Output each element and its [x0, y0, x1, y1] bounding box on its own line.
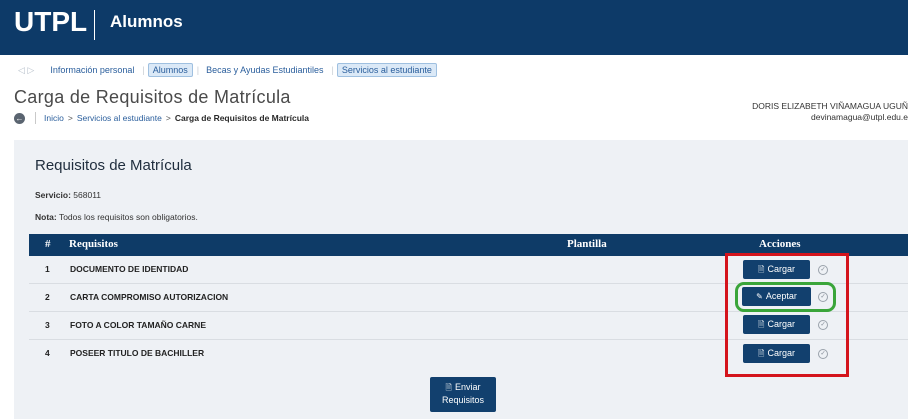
row-number: 1: [45, 264, 50, 274]
section-heading: Requisitos de Matrícula: [35, 157, 192, 174]
service-value: 568011: [73, 190, 102, 200]
nav-divider: |: [331, 65, 334, 75]
nav-tabs: ◁ ▷ Información personal | Alumnos | Bec…: [18, 63, 438, 77]
note-info: Nota: Todos los requisitos son obligator…: [35, 212, 198, 222]
send-label-2: Requisitos: [441, 395, 485, 405]
enviar-requisitos-button[interactable]: 🗎 Enviar Requisitos: [430, 377, 496, 412]
nav-tab-alumnos[interactable]: Alumnos: [147, 63, 193, 77]
nav-tab-servicios[interactable]: Servicios al estudiante: [336, 63, 437, 77]
service-label: Servicio:: [35, 190, 71, 200]
breadcrumb-inicio[interactable]: Inicio: [44, 113, 64, 123]
row-number: 2: [45, 292, 50, 302]
service-info: Servicio: 568011: [35, 190, 101, 200]
logo-divider: [94, 10, 95, 40]
send-line-1: 🗎 Enviar: [430, 381, 496, 394]
nav-tab-informacion-personal[interactable]: Información personal: [46, 64, 138, 76]
nav-divider: |: [196, 65, 200, 75]
col-header-requisitos: Requisitos: [69, 238, 118, 250]
requirement-name: POSEER TITULO DE BACHILLER: [70, 348, 205, 358]
requirement-name: DOCUMENTO DE IDENTIDAD: [70, 264, 189, 274]
app-name: Alumnos: [110, 12, 183, 31]
note-value: Todos los requisitos son obligatorios.: [58, 212, 198, 222]
user-name: DORIS ELIZABETH VIÑAMAGUA UGUÑ: [752, 101, 908, 111]
col-header-plantilla: Plantilla: [567, 238, 607, 250]
file-upload-icon: 🗎: [445, 383, 452, 392]
back-arrow-icon[interactable]: ←: [14, 112, 25, 124]
page-title: Carga de Requisitos de Matrícula: [14, 87, 291, 107]
user-email: devinamagua@utpl.edu.e: [810, 112, 908, 122]
send-label-1: Enviar: [454, 382, 481, 392]
row-number: 3: [45, 320, 50, 330]
breadcrumb-separator: >: [67, 113, 73, 123]
red-highlight-box: [725, 253, 849, 377]
breadcrumb: ← Inicio > Servicios al estudiante > Car…: [14, 112, 309, 124]
note-label: Nota:: [35, 212, 57, 222]
col-header-acciones: Acciones: [759, 238, 801, 250]
green-highlight-box: [735, 282, 836, 312]
breadcrumb-divider: [35, 112, 36, 124]
breadcrumb-separator: >: [165, 113, 171, 123]
requirement-name: FOTO A COLOR TAMAÑO CARNE: [70, 320, 206, 330]
utpl-logo: UTPL: [14, 6, 88, 37]
nav-arrows-icon[interactable]: ◁ ▷: [18, 65, 34, 76]
breadcrumb-current: Carga de Requisitos de Matrícula: [174, 113, 309, 123]
col-header-num: #: [45, 238, 51, 250]
breadcrumb-servicios[interactable]: Servicios al estudiante: [77, 113, 162, 123]
row-number: 4: [45, 348, 50, 358]
nav-divider: |: [142, 65, 145, 75]
nav-tab-becas[interactable]: Becas y Ayudas Estudiantiles: [202, 64, 327, 76]
requirement-name: CARTA COMPROMISO AUTORIZACION: [70, 292, 229, 302]
user-info: DORIS ELIZABETH VIÑAMAGUA UGUÑ devinamag…: [752, 101, 908, 123]
top-banner: UTPL Alumnos: [0, 0, 908, 55]
